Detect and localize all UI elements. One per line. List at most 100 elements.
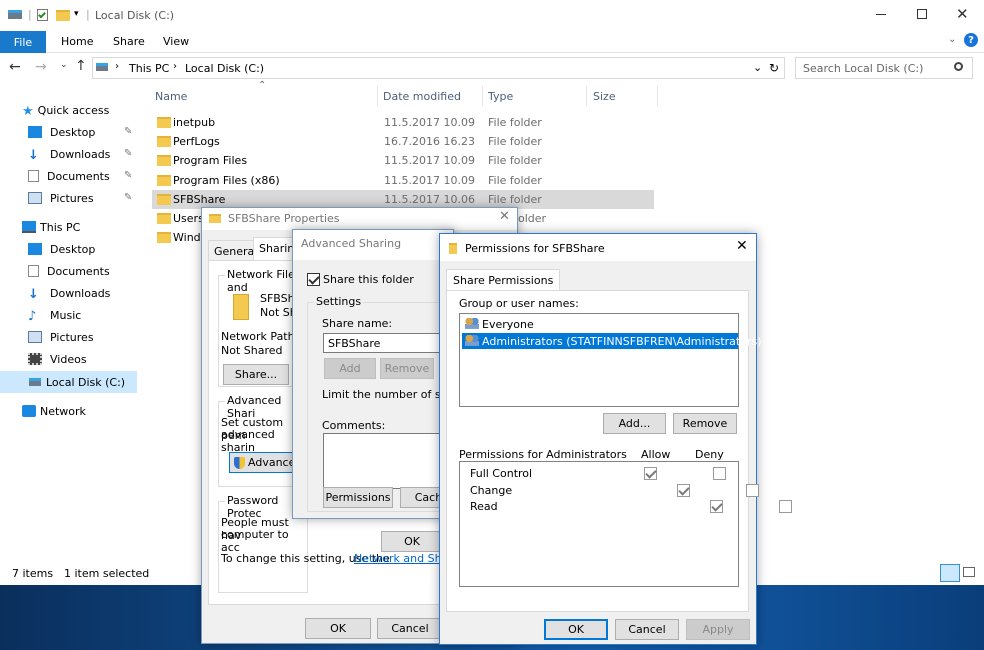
list-item-selected[interactable]: Administrators (STATFINNSFBFREN\Administ… <box>462 333 762 349</box>
table-row[interactable]: PerfLogs 16.7.2016 16.23 File folder <box>152 132 654 151</box>
help-icon[interactable]: ? <box>964 33 978 47</box>
read-deny-checkbox[interactable] <box>778 499 792 513</box>
nav-pc-desktop[interactable]: Desktop <box>28 239 95 259</box>
downloads-icon: ↓ <box>28 287 39 302</box>
quick-access-dropdown-icon[interactable]: ▾ <box>74 9 79 19</box>
search-box[interactable]: Search Local Disk (C:) <box>795 57 973 79</box>
nav-qa-downloads[interactable]: ↓ Downloads <box>28 144 110 164</box>
nav-network[interactable]: Network <box>22 401 86 421</box>
nav-quick-access[interactable]: ★ Quick access <box>22 100 109 120</box>
share-this-folder-checkbox[interactable] <box>307 272 320 286</box>
folder-icon <box>157 194 171 205</box>
permissions-close-icon[interactable]: ✕ <box>736 238 748 254</box>
desktop-icon <box>28 243 42 255</box>
table-row[interactable]: Program Files (x86) 11.5.2017 10.09 File… <box>152 171 654 190</box>
column-header-date[interactable]: Date modified <box>383 90 461 103</box>
add-share-button[interactable]: Add <box>324 358 376 379</box>
nav-pc-local-disk[interactable]: Local Disk (C:) <box>0 371 137 393</box>
downloads-icon: ↓ <box>28 148 39 163</box>
advanced-ok-button[interactable]: OK <box>381 531 443 552</box>
ribbon-expand-icon[interactable]: ⌄ <box>948 34 956 45</box>
permissions-apply-button[interactable]: Apply <box>686 619 750 640</box>
status-selection: 1 item selected <box>64 567 150 580</box>
folder-icon <box>157 155 171 166</box>
change-deny-checkbox[interactable] <box>745 483 759 497</box>
change-allow-checkbox[interactable] <box>677 483 690 497</box>
users-icon <box>465 335 479 346</box>
properties-icon[interactable] <box>37 9 48 21</box>
maximize-icon[interactable] <box>917 9 927 19</box>
table-row[interactable]: inetpub 11.5.2017 10.09 File folder <box>152 113 654 132</box>
forward-icon[interactable]: → <box>35 59 47 75</box>
folder-icon <box>157 117 171 128</box>
permissions-button[interactable]: Permissions <box>323 487 393 508</box>
nav-qa-pictures[interactable]: Pictures <box>28 188 94 208</box>
nav-pc-videos[interactable]: Videos <box>28 349 87 369</box>
column-header-name[interactable]: Name <box>155 90 187 103</box>
navigation-pane: ★ Quick access Desktop ✎ ↓ Downloads ✎ D… <box>0 96 140 556</box>
ribbon-tab-share[interactable]: Share <box>113 35 145 48</box>
nav-pc-pictures[interactable]: Pictures <box>28 327 94 347</box>
nav-this-pc[interactable]: This PC <box>22 217 80 237</box>
back-icon[interactable]: ← <box>9 59 21 75</box>
user-list[interactable]: Everyone Administrators (STATFINNSFBFREN… <box>459 313 762 407</box>
column-header-size[interactable]: Size <box>593 90 616 103</box>
table-row[interactable]: Program Files 11.5.2017 10.09 File folde… <box>152 151 654 170</box>
status-item-count: 7 items <box>12 567 54 580</box>
videos-icon <box>28 353 42 365</box>
permissions-ok-button[interactable]: OK <box>544 619 608 640</box>
breadcrumb-this-pc[interactable]: This PC <box>129 62 169 75</box>
desktop-icon <box>28 126 42 138</box>
nav-qa-desktop[interactable]: Desktop <box>28 122 95 142</box>
address-bar[interactable]: › This PC › Local Disk (C:) ⌄ ↻ <box>92 57 785 79</box>
address-dropdown-icon[interactable]: ⌄ <box>753 61 762 74</box>
shield-icon <box>234 456 245 469</box>
tab-share-permissions[interactable]: Share Permissions <box>446 269 561 291</box>
nav-qa-documents[interactable]: Documents <box>28 166 110 186</box>
search-icon[interactable] <box>954 62 963 71</box>
read-allow-checkbox[interactable] <box>710 499 723 513</box>
folder-icon <box>449 243 457 254</box>
breadcrumb-drive[interactable]: Local Disk (C:) <box>185 62 264 75</box>
new-folder-icon[interactable] <box>56 10 70 21</box>
large-icons-view-icon[interactable] <box>963 567 975 577</box>
advanced-sharing-title: Advanced Sharing <box>301 237 402 250</box>
permissions-cancel-button[interactable]: Cancel <box>615 619 679 640</box>
recent-dropdown-icon[interactable]: ⌄ <box>60 60 68 70</box>
up-icon[interactable]: ↑ <box>75 58 87 74</box>
nav-pc-music[interactable]: ♪ Music <box>28 305 81 325</box>
ribbon-tab-file[interactable]: File <box>0 31 46 53</box>
nav-pc-downloads[interactable]: ↓ Downloads <box>28 283 110 303</box>
properties-cancel-button[interactable]: Cancel <box>377 618 443 639</box>
ribbon: File Home Share View ⌄ ? <box>0 31 984 53</box>
pin-icon[interactable]: ✎ <box>124 192 132 203</box>
column-header-type[interactable]: Type <box>488 90 513 103</box>
pin-icon[interactable]: ✎ <box>124 126 132 137</box>
nav-pc-documents[interactable]: Documents <box>28 261 110 281</box>
minimize-icon[interactable] <box>876 14 886 15</box>
pin-icon[interactable]: ✎ <box>124 170 132 181</box>
folder-icon <box>157 136 171 147</box>
properties-close-icon[interactable]: ✕ <box>499 209 510 224</box>
full-control-allow-checkbox[interactable] <box>644 466 657 480</box>
ribbon-tab-view[interactable]: View <box>163 35 189 48</box>
ribbon-tab-home[interactable]: Home <box>61 35 93 48</box>
remove-user-button[interactable]: Remove <box>673 413 737 434</box>
documents-icon <box>28 170 39 182</box>
refresh-icon[interactable]: ↻ <box>769 61 779 75</box>
remove-share-button[interactable]: Remove <box>380 358 434 379</box>
search-input[interactable]: Search Local Disk (C:) <box>803 62 923 75</box>
full-control-deny-checkbox[interactable] <box>712 466 726 480</box>
details-view-icon[interactable] <box>940 564 960 582</box>
permissions-list: Full Control Change Read <box>459 461 792 587</box>
close-icon[interactable]: ✕ <box>956 5 969 23</box>
computer-icon <box>22 221 36 233</box>
list-item[interactable]: Everyone <box>462 316 736 332</box>
pin-icon[interactable]: ✎ <box>124 148 132 159</box>
share-button[interactable]: Share... <box>223 364 289 385</box>
drive-icon <box>8 10 22 19</box>
properties-ok-button[interactable]: OK <box>305 618 371 639</box>
settings-group: Settings Share name: SFBShare Add Remove… <box>307 295 482 512</box>
star-icon: ★ <box>22 104 34 119</box>
add-user-button[interactable]: Add... <box>603 413 666 434</box>
